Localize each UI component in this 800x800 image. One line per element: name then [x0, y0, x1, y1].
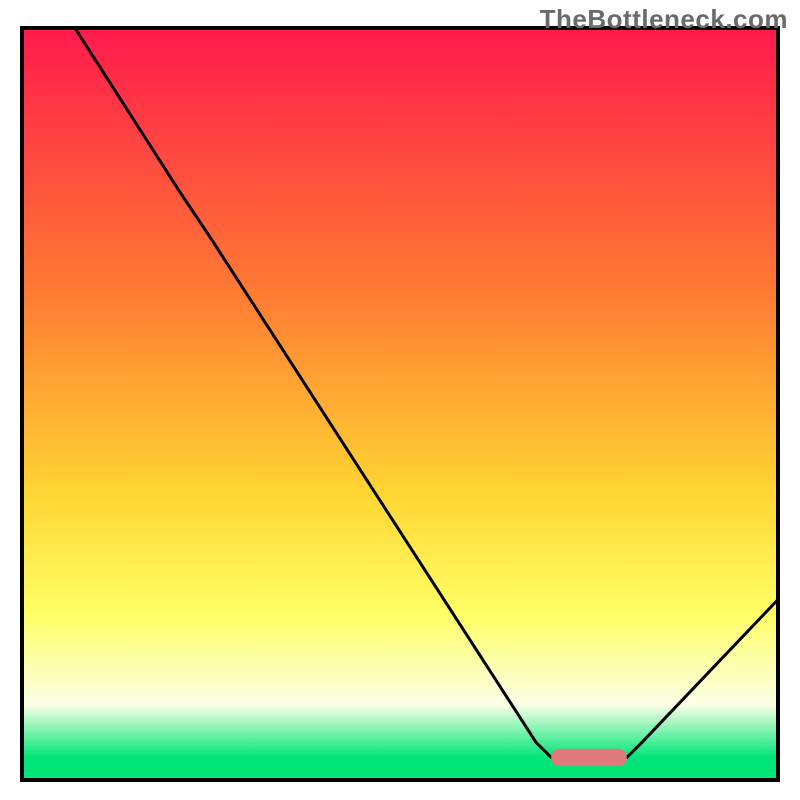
chart-container: TheBottleneck.com — [0, 0, 800, 800]
optimal-marker — [551, 749, 627, 766]
bottleneck-chart — [0, 0, 800, 800]
watermark-text: TheBottleneck.com — [540, 4, 788, 35]
plot-area — [22, 28, 778, 780]
